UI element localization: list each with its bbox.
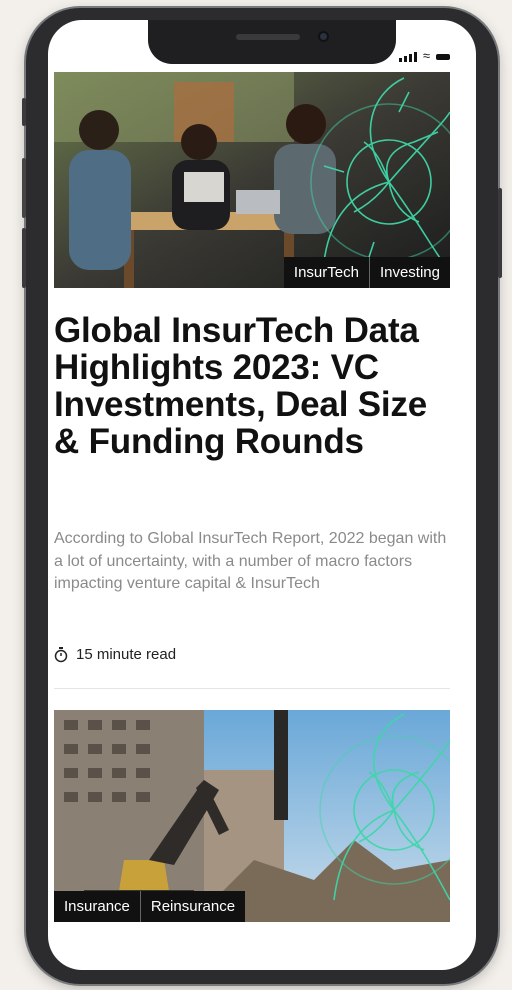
article-1-image[interactable]: InsurTech Investing xyxy=(54,72,450,288)
tag-insurtech[interactable]: InsurTech xyxy=(284,257,369,288)
phone-mute-switch xyxy=(22,98,26,126)
signal-bars-icon xyxy=(398,52,417,62)
battery-icon xyxy=(436,54,450,60)
article-2-image[interactable]: Insurance Reinsurance xyxy=(54,710,450,922)
wifi-icon: ≈ xyxy=(422,48,430,63)
tag-reinsurance[interactable]: Reinsurance xyxy=(139,891,245,922)
tag-insurance[interactable]: Insurance xyxy=(54,891,140,922)
notch xyxy=(148,20,396,64)
article-1-description: According to Global InsurTech Report, 20… xyxy=(54,530,447,592)
read-time-label: 15 minute read xyxy=(76,646,177,663)
status-bar: ≈ xyxy=(398,48,450,63)
article-2-tags: Insurance Reinsurance xyxy=(54,891,246,922)
article-1-read-time: 15 minute read xyxy=(54,646,176,663)
article-1-tags: InsurTech Investing xyxy=(283,257,450,288)
article-divider xyxy=(54,688,450,689)
article-1-title[interactable]: Global InsurTech Data Highlights 2023: V… xyxy=(54,312,450,460)
stopwatch-icon xyxy=(54,646,68,662)
front-camera xyxy=(318,31,329,42)
phone-power-button xyxy=(498,188,502,278)
tag-investing[interactable]: Investing xyxy=(368,257,450,288)
speaker-grille xyxy=(236,34,300,40)
cafe-meeting-photo xyxy=(54,72,450,288)
phone-volume-down xyxy=(22,228,26,288)
